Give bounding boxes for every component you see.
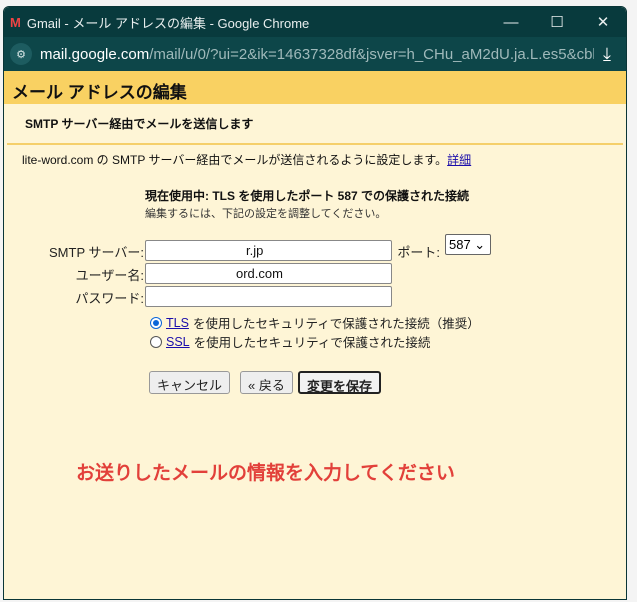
tls-radio[interactable] (150, 316, 162, 329)
username-label: ユーザー名: (75, 268, 144, 283)
maximize-button[interactable]: ☐ (534, 13, 580, 31)
title-bar: M Gmail - メール アドレスの編集 - Google Chrome — … (4, 7, 626, 37)
cancel-button[interactable]: キャンセル (149, 371, 231, 394)
smtp-label: SMTP サーバー: (49, 245, 144, 260)
port-select[interactable]: 587 ⌄ (445, 234, 491, 255)
minimize-button[interactable]: — (488, 14, 534, 31)
dialog-subtitle: SMTP サーバー経由でメールを送信します (7, 104, 623, 145)
ssl-radio[interactable] (150, 335, 162, 348)
hint-text: 編集するには、下記の設定を調整してください。 (145, 208, 387, 220)
password-label: パスワード: (75, 291, 144, 306)
gmail-icon: M (10, 14, 21, 30)
address-bar: ⚙ mail.google.com/mail/u/0/?ui=2&ik=1463… (4, 37, 626, 71)
back-button[interactable]: « 戻る (240, 371, 293, 394)
password-input[interactable] (145, 286, 392, 307)
download-icon[interactable]: ⤓ (594, 44, 620, 65)
close-button[interactable]: ✕ (580, 13, 626, 31)
annotation-text: お送りしたメールの情報を入力してください (76, 463, 455, 484)
port-label: ポート: (397, 245, 440, 260)
window-title: Gmail - メール アドレスの編集 - Google Chrome (26, 15, 310, 31)
save-changes-button[interactable]: 変更を保存 (298, 371, 382, 394)
description: lite-word.com の SMTP サーバー経由でメールが送信されるように… (22, 153, 472, 167)
url-text[interactable]: mail.google.com/mail/u/0/?ui=2&ik=146373… (40, 46, 594, 63)
ssl-link[interactable]: SSL (166, 335, 190, 349)
details-link[interactable]: 詳細 (447, 153, 471, 167)
ssl-option[interactable]: SSL を使用したセキュリティで保護された接続 (150, 332, 430, 351)
ssl-text: を使用したセキュリティで保護された接続 (193, 336, 431, 350)
tls-text: を使用したセキュリティで保護された接続（推奨） (192, 317, 480, 331)
current-status: 現在使用中: TLS を使用したポート 587 での保護された接続 (145, 189, 470, 203)
site-settings-icon[interactable]: ⚙ (10, 43, 32, 65)
username-input[interactable]: ord.com (145, 263, 392, 284)
tls-link[interactable]: TLS (166, 316, 189, 330)
dialog-header: メール アドレスの編集 (4, 71, 626, 104)
tls-option[interactable]: TLS を使用したセキュリティで保護された接続（推奨） (150, 313, 480, 332)
